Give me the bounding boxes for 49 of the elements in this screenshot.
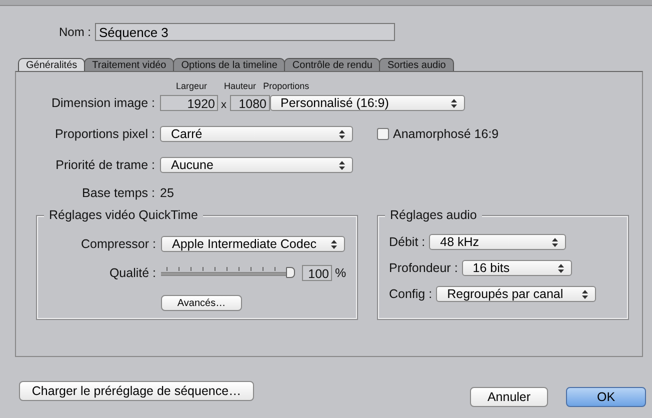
column-header: Proportions xyxy=(263,81,310,93)
checkbox[interactable] xyxy=(377,128,389,140)
tab[interactable]: Options de la timeline xyxy=(173,58,286,71)
advanced-button[interactable]: Avancés… xyxy=(161,295,242,311)
width-field[interactable]: 1920 xyxy=(160,95,218,111)
ok-button[interactable]: OK xyxy=(566,387,646,407)
proportions-dropdown[interactable]: Personnalisé (16:9) xyxy=(270,95,464,111)
name-label: Nom : xyxy=(59,25,92,39)
field-label: Débit : xyxy=(389,235,426,249)
field-label: Dimension image : xyxy=(50,96,156,110)
column-header: Hauteur xyxy=(224,81,256,93)
field-label: Qualité : xyxy=(108,266,157,280)
field-label: Priorité de trame : xyxy=(54,158,156,172)
tab[interactable]: Traitement vidéo xyxy=(84,58,174,71)
audio-dropdown[interactable]: 16 bits xyxy=(462,260,572,276)
field-label: Base temps : xyxy=(81,186,156,200)
group-title: Réglages audio xyxy=(385,208,482,222)
updown-arrows-icon xyxy=(582,290,588,299)
audio-dropdown[interactable]: 48 kHz xyxy=(429,234,566,250)
column-header: Largeur xyxy=(176,81,208,93)
field-label: Config : xyxy=(389,287,432,301)
group-title: Réglages vidéo QuickTime xyxy=(44,208,203,222)
quality-field[interactable]: 100 xyxy=(302,265,332,281)
cancel-button[interactable]: Annuler xyxy=(470,387,548,407)
checkbox-label: Anamorphosé 16:9 xyxy=(393,127,499,141)
updown-arrows-icon xyxy=(339,161,345,170)
tab[interactable]: Sorties audio xyxy=(379,58,454,71)
timebase-value: 25 xyxy=(160,186,174,200)
quality-slider[interactable] xyxy=(161,267,294,279)
field-dominance-dropdown[interactable]: Aucune xyxy=(160,157,353,173)
updown-arrows-icon xyxy=(339,130,345,139)
updown-arrows-icon xyxy=(558,264,564,273)
audio-dropdown[interactable]: Regroupés par canal xyxy=(436,286,596,302)
field-label: Compressor : xyxy=(80,237,157,251)
compressor-dropdown[interactable]: Apple Intermediate Codec xyxy=(161,236,345,252)
updown-arrows-icon xyxy=(331,240,337,249)
tab[interactable]: Généralités xyxy=(18,58,86,71)
percent-unit: % xyxy=(335,266,346,280)
times-sign: x xyxy=(221,98,226,110)
updown-arrows-icon xyxy=(450,99,456,108)
tab[interactable]: Contrôle de rendu xyxy=(284,58,380,71)
height-field[interactable]: 1080 xyxy=(230,95,270,111)
pixel-aspect-dropdown[interactable]: Carré xyxy=(160,126,353,142)
name-field[interactable]: Séquence 3 xyxy=(95,23,396,41)
field-label: Profondeur : xyxy=(389,261,458,275)
field-label: Proportions pixel : xyxy=(54,127,156,141)
slider-thumb[interactable] xyxy=(286,267,295,278)
load-preset-button[interactable]: Charger le préréglage de séquence… xyxy=(19,381,254,401)
updown-arrows-icon xyxy=(552,238,558,247)
